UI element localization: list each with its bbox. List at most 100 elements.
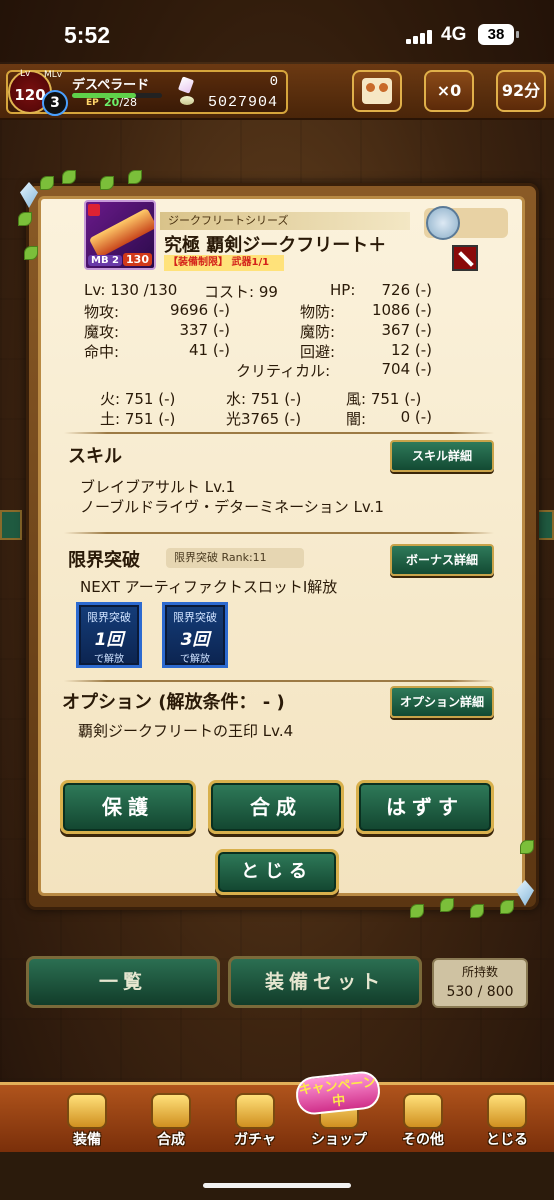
stat-light: 光3765 (-)	[226, 410, 302, 428]
skill-title: スキル	[68, 446, 122, 467]
nav-other[interactable]: その他	[388, 1087, 458, 1153]
gacha-icon	[235, 1093, 275, 1129]
divider	[64, 680, 494, 682]
close-character-icon	[487, 1093, 527, 1129]
list-button[interactable]: 一覧	[26, 956, 220, 1008]
stat-patk-label: 物攻:	[84, 303, 120, 321]
top-hud: Lv 120 MLv 3 デスペラード EP 20/28 0 5027904 ×…	[0, 64, 554, 120]
nav-gacha[interactable]: ガチャ	[220, 1087, 290, 1153]
gold-count: 5027904	[207, 94, 278, 111]
item-level-badge: 130	[123, 253, 152, 266]
divider	[64, 532, 494, 534]
limit-break-rank: 限界突破 Rank:11	[166, 548, 304, 568]
friends-icon	[362, 78, 392, 104]
gem-count: 0	[269, 74, 278, 90]
stat-cost: コスト: 99	[204, 283, 278, 301]
option-detail-button[interactable]: オプション詳細	[390, 686, 494, 718]
friends-button[interactable]	[352, 70, 402, 112]
stat-level: Lv: 130 /130	[84, 281, 178, 299]
skill-detail-button[interactable]: スキル詳細	[390, 440, 494, 472]
nav-close[interactable]: とじる	[472, 1087, 542, 1153]
stat-pdef-label: 物防:	[300, 303, 336, 321]
item-series: ジークフリートシリーズ	[160, 212, 410, 230]
option-title: オプション (解放条件： - )	[62, 692, 285, 713]
nav-synth[interactable]: 合成	[136, 1087, 206, 1153]
weapon-type-icon	[452, 245, 478, 271]
skill-line-1: ブレイブアサルト Lv.1	[80, 478, 236, 496]
equip-set-button[interactable]: 装備セット	[228, 956, 422, 1008]
player-panel[interactable]: Lv 120 MLv 3 デスペラード EP 20/28 0 5027904	[6, 69, 288, 116]
stat-patk-value: 9696 (-)	[169, 301, 230, 319]
stat-hp-label: HP:	[330, 281, 356, 299]
stat-dark-label: 闇:	[346, 410, 367, 428]
leaf-decoration	[440, 898, 454, 912]
synthesize-button[interactable]: 合成	[208, 780, 344, 834]
stat-fire: 火: 751 (-)	[100, 390, 176, 408]
bonus-detail-button[interactable]: ボーナス詳細	[390, 544, 494, 576]
nav-equip[interactable]: 装備	[52, 1087, 122, 1153]
coin-icon	[180, 96, 194, 105]
home-indicator[interactable]	[203, 1183, 351, 1188]
gift-box-button[interactable]: ×0	[424, 70, 474, 112]
nav-gacha-label: ガチャ	[234, 1132, 276, 1148]
stat-hit-value: 41 (-)	[189, 341, 230, 359]
leaf-decoration	[18, 212, 32, 226]
stat-hit-label: 命中:	[84, 343, 120, 361]
ep-max: /28	[119, 96, 138, 109]
stat-earth: 土: 751 (-)	[100, 410, 176, 428]
stat-mdef-value: 367 (-)	[381, 321, 432, 339]
slot-2-bottom: で解放	[180, 654, 210, 665]
master-level-badge: 3	[42, 90, 68, 116]
stat-matk-label: 魔攻:	[84, 323, 120, 341]
stat-eva-label: 回避:	[300, 343, 336, 361]
nav-other-label: その他	[402, 1132, 444, 1148]
item-name: 究極 覇剣ジークフリート＋	[164, 235, 387, 256]
divider	[64, 432, 494, 434]
limit-break-title: 限界突破	[68, 550, 140, 571]
leaf-decoration	[410, 904, 424, 918]
stat-water: 水: 751 (-)	[226, 390, 302, 408]
leaf-decoration	[100, 176, 114, 190]
leaf-decoration	[128, 170, 142, 184]
close-dialog-button[interactable]: とじる	[215, 849, 339, 895]
status-time: 5:52	[64, 22, 111, 48]
protect-button[interactable]: 保護	[60, 780, 196, 834]
slot-1-bottom: で解放	[94, 654, 124, 665]
owned-label: 所持数	[461, 965, 498, 979]
stamina-timer-button[interactable]: 92分	[496, 70, 546, 112]
nav-equip-label: 装備	[73, 1132, 101, 1148]
network-type: 4G	[441, 24, 467, 45]
leaf-decoration	[500, 900, 514, 914]
stat-eva-value: 12 (-)	[391, 341, 432, 359]
stat-crit-value: 704 (-)	[381, 360, 432, 378]
equipment-icon	[67, 1093, 107, 1129]
leaf-decoration	[62, 170, 76, 184]
status-bar: 5:52 4G 38	[0, 0, 554, 62]
leaf-decoration	[470, 904, 484, 918]
skill-line-2: ノーブルドライヴ・デターミネーション Lv.1	[80, 498, 384, 516]
rarity-icon	[88, 204, 100, 216]
equip-restriction: 【装備制限】 武器1/1	[164, 255, 284, 271]
leaf-decoration	[40, 176, 54, 190]
ep-label: EP	[86, 98, 99, 108]
nav-synth-label: 合成	[157, 1132, 185, 1148]
bottom-safe-area	[0, 1152, 554, 1200]
player-name: デスペラード	[72, 78, 150, 93]
unequip-button[interactable]: はずす	[356, 780, 494, 834]
stat-pdef-value: 1086 (-)	[371, 301, 432, 319]
option-line: 覇剣ジークフリートの王印 Lv.4	[78, 722, 294, 740]
level-tag: Lv	[20, 69, 31, 79]
owned-count-box: 所持数 530 / 800	[432, 958, 528, 1008]
master-level-tag: MLv	[44, 70, 63, 80]
slot-1-top: 限界突破	[87, 611, 131, 624]
slot-2-top: 限界突破	[173, 611, 217, 624]
slot-1-count: 1回	[94, 630, 124, 650]
gem-icon	[177, 76, 195, 94]
item-mb-badge: MB 2	[88, 255, 123, 266]
owned-value: 530 / 800	[446, 984, 514, 1000]
battery-icon: 38	[478, 24, 519, 45]
nav-shop-label: ショップ	[311, 1132, 367, 1148]
nav-close-label: とじる	[486, 1132, 528, 1148]
stat-mdef-label: 魔防:	[300, 323, 336, 341]
ep-current: 20	[104, 96, 120, 109]
